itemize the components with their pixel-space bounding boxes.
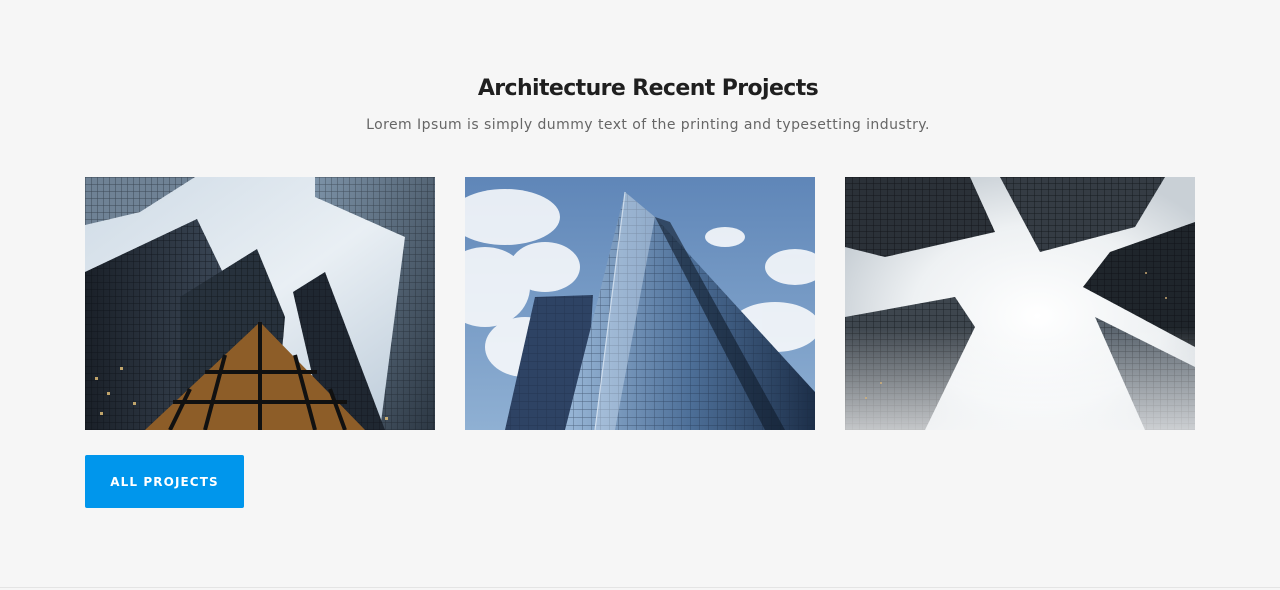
section-title: Architecture Recent Projects xyxy=(477,76,819,101)
section-subtitle: Lorem Ipsum is simply dummy text of the … xyxy=(366,117,930,133)
project-card-2[interactable] xyxy=(465,177,815,430)
all-projects-button[interactable]: ALL PROJECTS xyxy=(85,455,244,508)
recent-projects-section: Architecture Recent Projects Lorem Ipsum… xyxy=(0,0,1280,588)
project-image-2 xyxy=(465,177,815,430)
project-card-1[interactable] xyxy=(85,177,435,430)
project-image-3 xyxy=(845,177,1195,430)
project-card-3[interactable] xyxy=(845,177,1195,430)
project-image-1 xyxy=(85,177,435,430)
